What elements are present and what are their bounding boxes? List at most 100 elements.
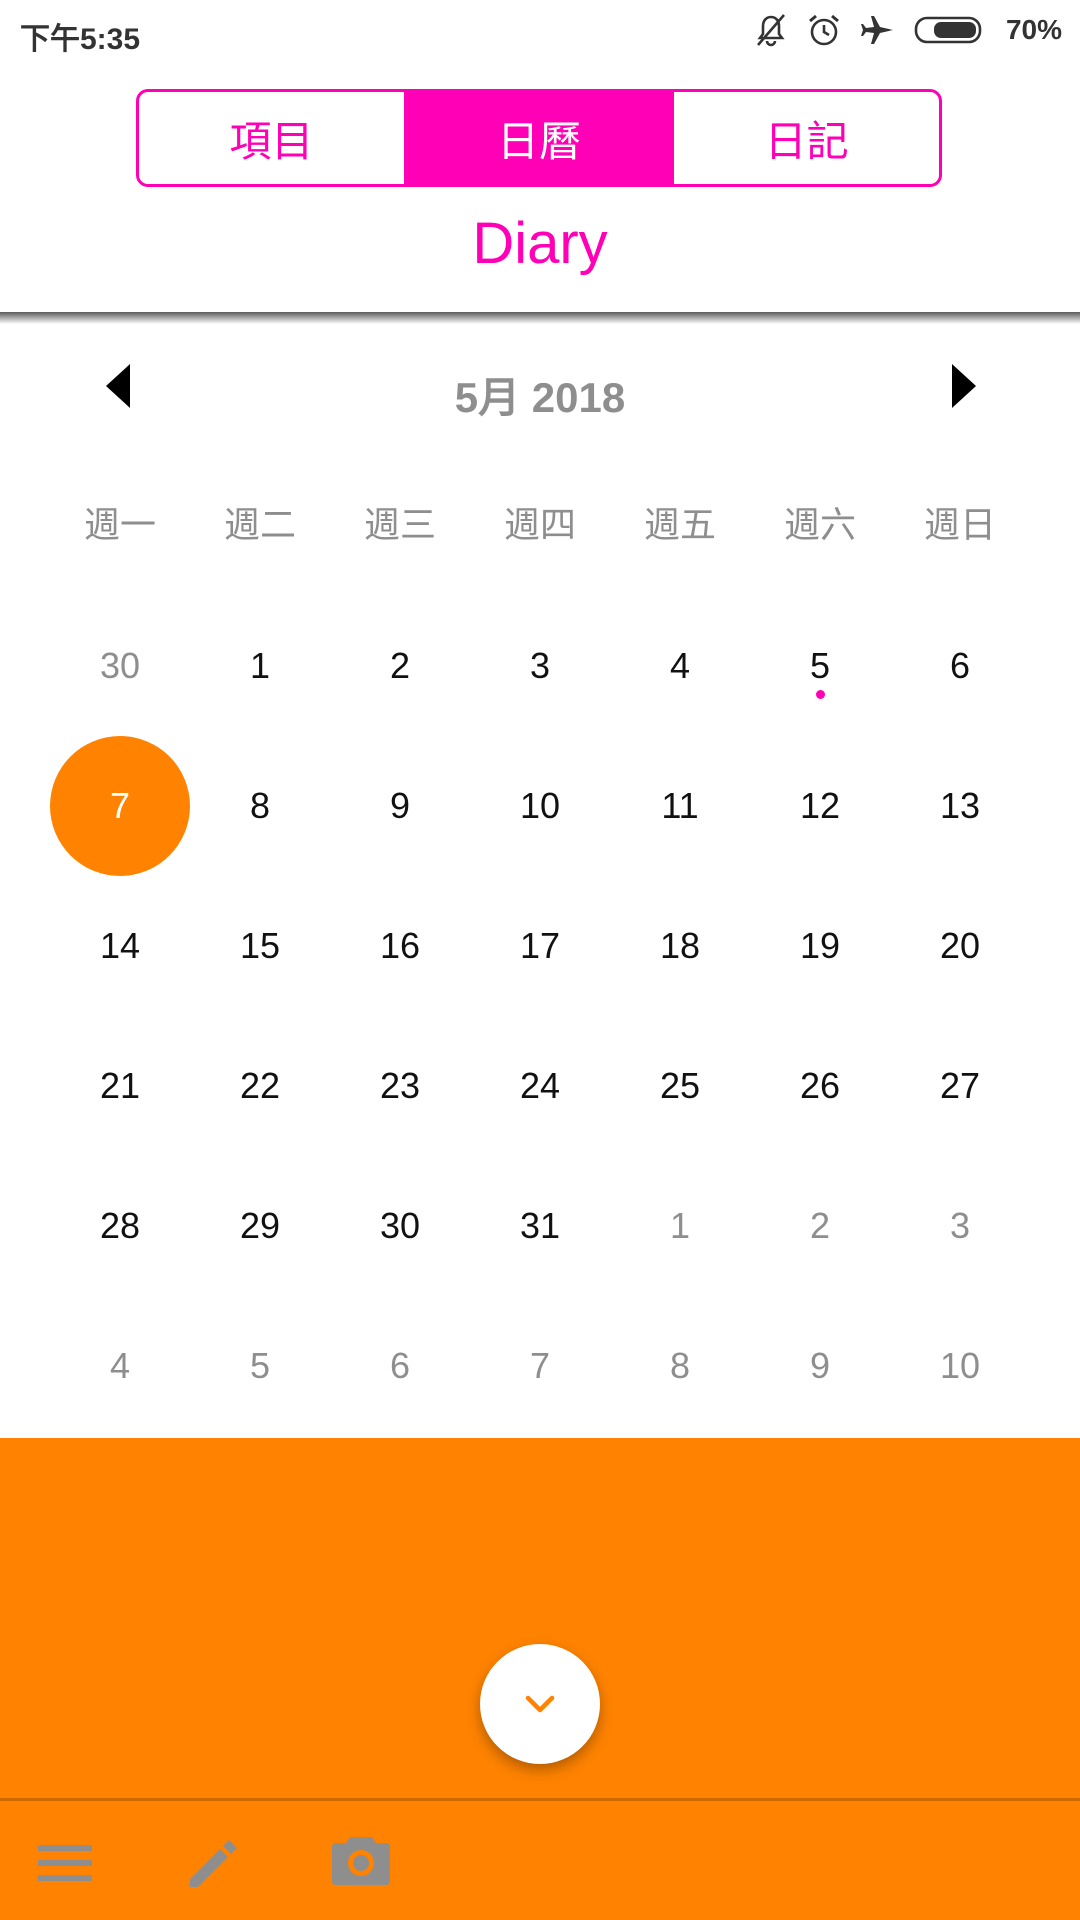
day-number: 12 bbox=[799, 785, 841, 826]
day-cell[interactable]: 6 bbox=[330, 1296, 470, 1436]
tab-diary[interactable]: 日記 bbox=[671, 92, 939, 184]
day-cell[interactable]: 13 bbox=[890, 736, 1030, 876]
day-cell[interactable]: 21 bbox=[50, 1016, 190, 1156]
day-number: 18 bbox=[659, 925, 701, 966]
airplane-icon bbox=[860, 16, 893, 44]
day-number: 1 bbox=[669, 1205, 691, 1246]
day-cell[interactable]: 1 bbox=[610, 1156, 750, 1296]
day-cell[interactable]: 4 bbox=[610, 596, 750, 736]
day-number: 9 bbox=[389, 785, 411, 826]
day-cell[interactable]: 11 bbox=[610, 736, 750, 876]
day-cell[interactable]: 1 bbox=[190, 596, 330, 736]
day-number: 21 bbox=[99, 1065, 141, 1106]
day-cell[interactable]: 31 bbox=[470, 1156, 610, 1296]
day-cell[interactable]: 3 bbox=[470, 596, 610, 736]
weekday-label: 週五 bbox=[643, 504, 716, 545]
day-number: 30 bbox=[99, 645, 141, 686]
weekday-label: 週六 bbox=[783, 504, 856, 545]
edit-button[interactable] bbox=[184, 1833, 242, 1896]
day-cell[interactable]: 22 bbox=[190, 1016, 330, 1156]
calendar-grid: 30 1 2 3 4 5 6 7 8 9 10 11 12 13 14 15 16 17 18 19 20 21 22 23 2… bbox=[50, 596, 1030, 1436]
day-number: 2 bbox=[389, 645, 411, 686]
day-number: 19 bbox=[799, 925, 841, 966]
day-cell[interactable]: 17 bbox=[470, 876, 610, 1016]
day-cell[interactable]: 3 bbox=[890, 1156, 1030, 1296]
day-number: 3 bbox=[949, 1205, 971, 1246]
day-number: 4 bbox=[669, 645, 691, 686]
day-cell[interactable]: 30 bbox=[50, 596, 190, 736]
tab-items[interactable]: 項目 bbox=[139, 92, 404, 184]
month-navigation: 5月 2018 bbox=[0, 350, 1080, 422]
weekday-label: 週一 bbox=[83, 504, 156, 545]
day-cell-selected[interactable]: 7 bbox=[50, 736, 190, 876]
chevron-right-icon bbox=[952, 364, 976, 408]
day-number: 11 bbox=[661, 785, 699, 826]
alarm-icon bbox=[808, 14, 839, 46]
weekday-label: 週日 bbox=[923, 504, 996, 545]
day-cell[interactable]: 10 bbox=[890, 1296, 1030, 1436]
day-number: 27 bbox=[939, 1065, 981, 1106]
day-cell[interactable]: 4 bbox=[50, 1296, 190, 1436]
month-label: 5月 2018 bbox=[454, 374, 626, 421]
day-number: 28 bbox=[99, 1205, 141, 1246]
camera-button[interactable] bbox=[330, 1831, 392, 1894]
day-number: 3 bbox=[529, 645, 551, 686]
day-number: 26 bbox=[799, 1065, 841, 1106]
view-switcher: 項目 日曆 日記 bbox=[136, 89, 942, 187]
day-cell[interactable]: 5 bbox=[750, 596, 890, 736]
day-cell[interactable]: 14 bbox=[50, 876, 190, 1016]
day-cell[interactable]: 27 bbox=[890, 1016, 1030, 1156]
menu-button[interactable] bbox=[36, 1841, 94, 1890]
event-dot bbox=[816, 690, 825, 699]
day-cell[interactable]: 28 bbox=[50, 1156, 190, 1296]
day-cell[interactable]: 19 bbox=[750, 876, 890, 1016]
tab-calendar[interactable]: 日曆 bbox=[403, 92, 672, 184]
day-cell[interactable]: 10 bbox=[470, 736, 610, 876]
day-cell[interactable]: 16 bbox=[330, 876, 470, 1016]
day-cell[interactable]: 6 bbox=[890, 596, 1030, 736]
day-cell[interactable]: 12 bbox=[750, 736, 890, 876]
day-cell[interactable]: 2 bbox=[750, 1156, 890, 1296]
next-month-button[interactable] bbox=[938, 362, 986, 410]
day-cell[interactable]: 15 bbox=[190, 876, 330, 1016]
battery-percentage: 70% bbox=[1005, 14, 1062, 45]
day-cell[interactable]: 8 bbox=[190, 736, 330, 876]
status-bar: 下午5:35 70% bbox=[0, 0, 1080, 60]
camera-icon bbox=[332, 1837, 390, 1885]
bell-off-icon bbox=[756, 14, 785, 47]
day-number: 20 bbox=[939, 925, 981, 966]
day-number: 2 bbox=[809, 1205, 831, 1246]
day-number: 7 bbox=[109, 785, 131, 826]
day-cell[interactable]: 5 bbox=[190, 1296, 330, 1436]
day-cell[interactable]: 20 bbox=[890, 876, 1030, 1016]
day-cell[interactable]: 26 bbox=[750, 1016, 890, 1156]
weekday-header: 週一 週二 週三 週四 週五 週六 週日 bbox=[50, 496, 1030, 548]
menu-icon bbox=[38, 1845, 92, 1881]
day-number: 7 bbox=[529, 1345, 551, 1386]
day-cell[interactable]: 29 bbox=[190, 1156, 330, 1296]
battery-icon bbox=[914, 16, 982, 44]
day-cell[interactable]: 25 bbox=[610, 1016, 750, 1156]
day-cell[interactable]: 9 bbox=[750, 1296, 890, 1436]
day-number: 22 bbox=[239, 1065, 281, 1106]
day-cell[interactable]: 9 bbox=[330, 736, 470, 876]
day-cell[interactable]: 18 bbox=[610, 876, 750, 1016]
pencil-icon bbox=[190, 1840, 237, 1887]
day-number: 1 bbox=[249, 645, 271, 686]
day-number: 25 bbox=[659, 1065, 701, 1106]
day-number: 4 bbox=[109, 1345, 131, 1386]
day-number: 10 bbox=[939, 1345, 981, 1386]
day-cell[interactable]: 23 bbox=[330, 1016, 470, 1156]
day-cell[interactable]: 30 bbox=[330, 1156, 470, 1296]
bottom-toolbar bbox=[0, 1798, 1080, 1920]
day-cell[interactable]: 8 bbox=[610, 1296, 750, 1436]
weekday-label: 週四 bbox=[503, 504, 576, 545]
day-number: 29 bbox=[239, 1205, 281, 1246]
weekday-label: 週三 bbox=[363, 504, 436, 545]
day-number: 14 bbox=[99, 925, 141, 966]
expand-button[interactable] bbox=[480, 1644, 600, 1764]
day-cell[interactable]: 24 bbox=[470, 1016, 610, 1156]
day-number: 5 bbox=[809, 645, 831, 686]
day-cell[interactable]: 7 bbox=[470, 1296, 610, 1436]
day-cell[interactable]: 2 bbox=[330, 596, 470, 736]
